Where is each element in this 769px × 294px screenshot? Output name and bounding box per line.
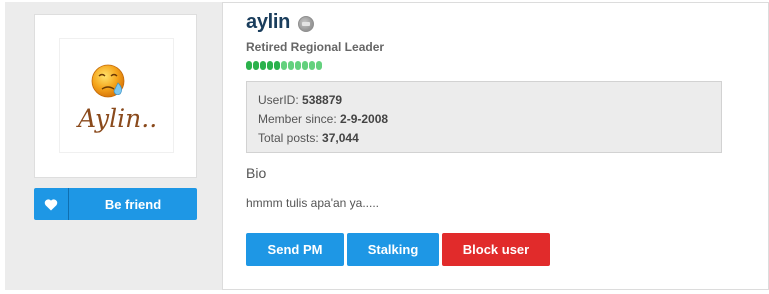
reputation-pip xyxy=(281,61,287,70)
offline-status-icon xyxy=(298,15,315,32)
reputation-pip xyxy=(246,61,252,70)
reputation-pip xyxy=(267,61,273,70)
rank-title: Retired Regional Leader xyxy=(246,40,385,54)
userid-label: UserID: xyxy=(258,93,299,107)
heart-icon xyxy=(34,188,69,220)
bio-heading: Bio xyxy=(246,165,267,181)
reputation-pip xyxy=(316,61,322,70)
reputation-pip xyxy=(274,61,280,70)
avatar-image: Aylin.. xyxy=(76,64,157,133)
reputation-pip xyxy=(295,61,301,70)
reputation-pip xyxy=(260,61,266,70)
total-posts-line: Total posts: 37,044 xyxy=(258,129,710,148)
reputation-pip xyxy=(288,61,294,70)
be-friend-label: Be friend xyxy=(104,196,162,212)
member-since-value: 2-9-2008 xyxy=(340,112,389,126)
avatar: Aylin.. xyxy=(59,38,174,153)
block-user-button[interactable]: Block user xyxy=(442,233,550,266)
profile-actions: Send PM Stalking Block user xyxy=(246,233,550,266)
total-posts-value: 37,044 xyxy=(322,131,359,145)
member-since-line: Member since: 2-9-2008 xyxy=(258,110,710,129)
stalking-button[interactable]: Stalking xyxy=(347,233,439,266)
avatar-frame: Aylin.. xyxy=(34,14,197,178)
username-row: aylin xyxy=(246,11,315,34)
userid-value: 538879 xyxy=(302,93,343,107)
be-friend-button[interactable]: Be friend xyxy=(34,188,197,220)
user-info-box: UserID: 538879 Member since: 2-9-2008 To… xyxy=(246,81,722,153)
avatar-text: Aylin.. xyxy=(76,104,157,133)
reputation-pip xyxy=(302,61,308,70)
member-since-label: Member since: xyxy=(258,112,337,126)
username: aylin xyxy=(246,11,291,33)
send-pm-button[interactable]: Send PM xyxy=(246,233,344,266)
reputation-pip xyxy=(253,61,259,70)
userid-line: UserID: 538879 xyxy=(258,91,710,110)
total-posts-label: Total posts: xyxy=(258,131,319,145)
reputation-bar xyxy=(246,61,322,70)
reputation-pip xyxy=(309,61,315,70)
bio-text: hmmm tulis apa'an ya..... xyxy=(246,196,380,210)
